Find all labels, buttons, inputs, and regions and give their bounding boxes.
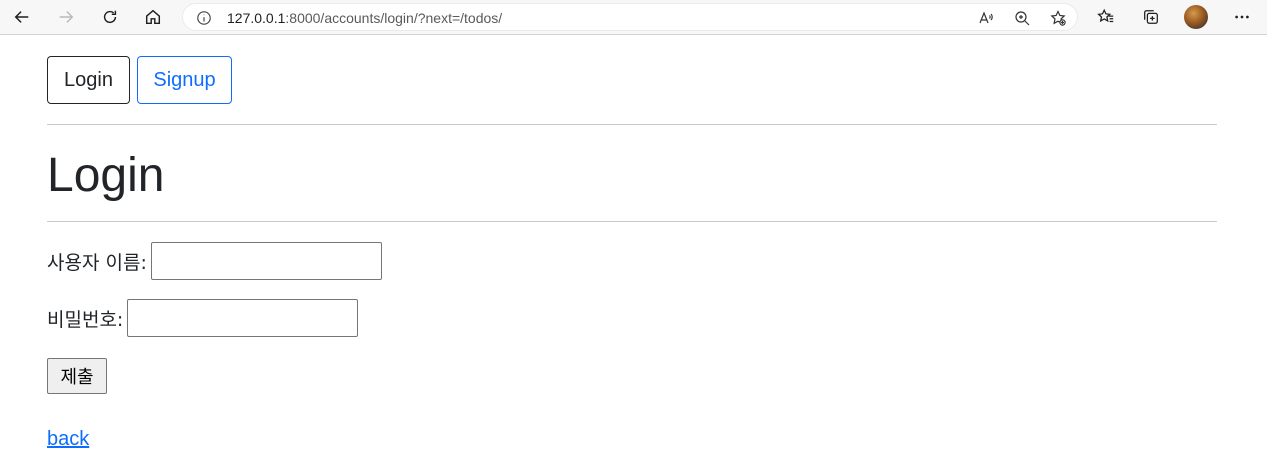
zoom-icon[interactable] (1011, 8, 1033, 28)
username-row: 사용자 이름: (47, 242, 382, 280)
collections-icon[interactable] (1137, 4, 1165, 30)
site-info-icon[interactable] (195, 9, 213, 27)
nav-signup-button[interactable]: Signup (137, 56, 232, 104)
url-text: 127.0.0.1:8000/accounts/login/?next=/tod… (227, 10, 502, 26)
url-path: :8000/accounts/login/?next=/todos/ (285, 10, 503, 26)
username-input[interactable] (150, 242, 382, 280)
password-input[interactable] (127, 299, 359, 337)
password-row: 비밀번호: (47, 299, 359, 337)
home-icon[interactable] (139, 4, 167, 30)
forward-arrow-icon[interactable] (52, 4, 80, 30)
username-label: 사용자 이름: (47, 251, 147, 274)
favorites-icon[interactable] (1092, 4, 1120, 30)
password-label: 비밀번호: (47, 308, 124, 331)
address-bar[interactable]: 127.0.0.1:8000/accounts/login/?next=/tod… (182, 3, 1078, 31)
url-host: 127.0.0.1 (227, 10, 286, 26)
add-favorite-icon[interactable] (1047, 8, 1069, 28)
read-aloud-icon[interactable] (975, 8, 997, 28)
refresh-icon[interactable] (96, 4, 124, 30)
back-arrow-icon[interactable] (8, 4, 36, 30)
divider-bottom (47, 221, 1217, 222)
divider-top (47, 124, 1217, 125)
page-content: Login Signup Login 사용자 이름: 비밀번호: 제출 back (0, 36, 1267, 475)
profile-avatar[interactable] (1184, 5, 1208, 29)
back-link[interactable]: back (47, 428, 89, 451)
more-menu-icon[interactable] (1228, 4, 1256, 30)
nav-login-button[interactable]: Login (47, 56, 130, 104)
submit-button[interactable]: 제출 (47, 358, 107, 394)
browser-toolbar: 127.0.0.1:8000/accounts/login/?next=/tod… (0, 0, 1267, 35)
page-title: Login (47, 149, 165, 202)
